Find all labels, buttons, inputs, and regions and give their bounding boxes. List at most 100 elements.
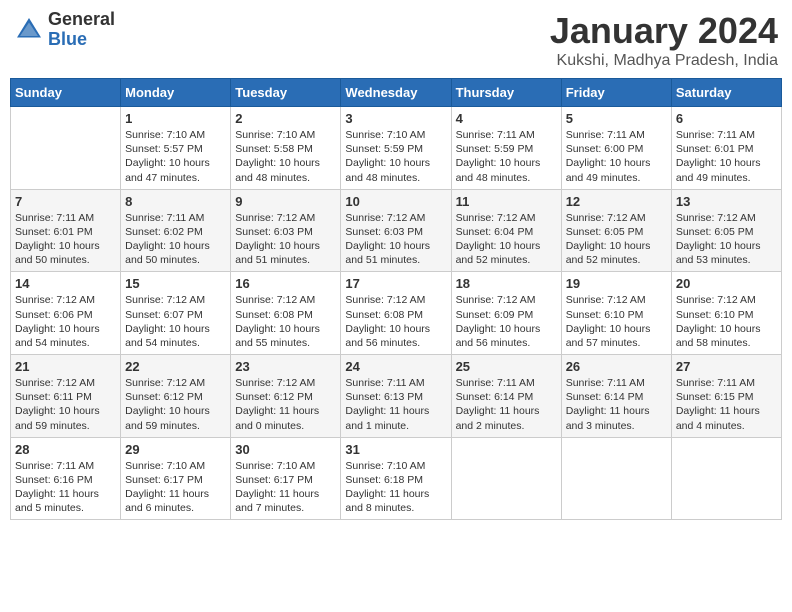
calendar-day: 17 Sunrise: 7:12 AM Sunset: 6:08 PM Dayli… xyxy=(341,272,451,355)
day-number: 7 xyxy=(15,194,116,209)
day-info: Sunrise: 7:12 AM Sunset: 6:09 PM Dayligh… xyxy=(456,293,557,350)
day-info: Sunrise: 7:12 AM Sunset: 6:10 PM Dayligh… xyxy=(566,293,667,350)
day-number: 1 xyxy=(125,111,226,126)
day-header-saturday: Saturday xyxy=(671,79,781,107)
calendar-day: 10Sunrise: 7:12 AM Sunset: 6:03 PM Dayli… xyxy=(341,189,451,272)
calendar-week-5: 28 Sunrise: 7:11 AM Sunset: 6:16 PM Dayli… xyxy=(11,437,782,520)
day-info: Sunrise: 7:11 AM Sunset: 6:15 PM Dayligh… xyxy=(676,376,777,433)
day-header-wednesday: Wednesday xyxy=(341,79,451,107)
day-number: 28 xyxy=(15,442,116,457)
calendar-header-row: SundayMondayTuesdayWednesdayThursdayFrid… xyxy=(11,79,782,107)
month-title: January 2024 xyxy=(550,10,778,52)
calendar-day: 29 Sunrise: 7:10 AM Sunset: 6:17 PM Dayli… xyxy=(121,437,231,520)
day-info: Sunrise: 7:12 AM Sunset: 6:11 PM Dayligh… xyxy=(15,376,116,433)
day-number: 23 xyxy=(235,359,336,374)
calendar-day: 19 Sunrise: 7:12 AM Sunset: 6:10 PM Dayli… xyxy=(561,272,671,355)
day-number: 9 xyxy=(235,194,336,209)
calendar-day: 11 Sunrise: 7:12 AM Sunset: 6:04 PM Dayli… xyxy=(451,189,561,272)
calendar-table: SundayMondayTuesdayWednesdayThursdayFrid… xyxy=(10,78,782,520)
calendar-day: 22Sunrise: 7:12 AM Sunset: 6:12 PM Dayli… xyxy=(121,355,231,438)
day-info: Sunrise: 7:11 AM Sunset: 6:16 PM Dayligh… xyxy=(15,459,116,516)
calendar-day: 7 Sunrise: 7:11 AM Sunset: 6:01 PM Daylig… xyxy=(11,189,121,272)
day-info: Sunrise: 7:12 AM Sunset: 6:10 PM Dayligh… xyxy=(676,293,777,350)
day-header-tuesday: Tuesday xyxy=(231,79,341,107)
calendar-day: 8 Sunrise: 7:11 AM Sunset: 6:02 PM Daylig… xyxy=(121,189,231,272)
day-info: Sunrise: 7:11 AM Sunset: 6:01 PM Dayligh… xyxy=(15,211,116,268)
calendar-day: 21 Sunrise: 7:12 AM Sunset: 6:11 PM Dayli… xyxy=(11,355,121,438)
day-info: Sunrise: 7:12 AM Sunset: 6:04 PM Dayligh… xyxy=(456,211,557,268)
day-number: 17 xyxy=(345,276,446,291)
day-number: 27 xyxy=(676,359,777,374)
day-number: 12 xyxy=(566,194,667,209)
day-number: 15 xyxy=(125,276,226,291)
calendar-day: 20 Sunrise: 7:12 AM Sunset: 6:10 PM Dayli… xyxy=(671,272,781,355)
day-info: Sunrise: 7:12 AM Sunset: 6:08 PM Dayligh… xyxy=(235,293,336,350)
day-number: 4 xyxy=(456,111,557,126)
calendar-day: 26Sunrise: 7:11 AM Sunset: 6:14 PM Dayli… xyxy=(561,355,671,438)
day-info: Sunrise: 7:12 AM Sunset: 6:06 PM Dayligh… xyxy=(15,293,116,350)
day-number: 11 xyxy=(456,194,557,209)
calendar-week-4: 21 Sunrise: 7:12 AM Sunset: 6:11 PM Dayli… xyxy=(11,355,782,438)
logo-general-label: General xyxy=(48,10,115,30)
day-number: 3 xyxy=(345,111,446,126)
day-info: Sunrise: 7:10 AM Sunset: 6:18 PM Dayligh… xyxy=(345,459,446,516)
calendar-day: 4Sunrise: 7:11 AM Sunset: 5:59 PM Daylig… xyxy=(451,107,561,190)
calendar-day: 28 Sunrise: 7:11 AM Sunset: 6:16 PM Dayli… xyxy=(11,437,121,520)
calendar-day: 1 Sunrise: 7:10 AM Sunset: 5:57 PM Daylig… xyxy=(121,107,231,190)
calendar-day: 16 Sunrise: 7:12 AM Sunset: 6:08 PM Dayli… xyxy=(231,272,341,355)
calendar-day: 14Sunrise: 7:12 AM Sunset: 6:06 PM Dayli… xyxy=(11,272,121,355)
day-number: 22 xyxy=(125,359,226,374)
day-number: 30 xyxy=(235,442,336,457)
logo-blue-label: Blue xyxy=(48,30,115,50)
day-info: Sunrise: 7:10 AM Sunset: 5:57 PM Dayligh… xyxy=(125,128,226,185)
day-info: Sunrise: 7:11 AM Sunset: 6:01 PM Dayligh… xyxy=(676,128,777,185)
day-info: Sunrise: 7:12 AM Sunset: 6:07 PM Dayligh… xyxy=(125,293,226,350)
day-header-thursday: Thursday xyxy=(451,79,561,107)
logo-icon xyxy=(14,15,44,45)
day-header-monday: Monday xyxy=(121,79,231,107)
day-info: Sunrise: 7:11 AM Sunset: 6:02 PM Dayligh… xyxy=(125,211,226,268)
day-number: 6 xyxy=(676,111,777,126)
day-info: Sunrise: 7:12 AM Sunset: 6:03 PM Dayligh… xyxy=(345,211,446,268)
day-number: 25 xyxy=(456,359,557,374)
calendar-day: 12 Sunrise: 7:12 AM Sunset: 6:05 PM Dayli… xyxy=(561,189,671,272)
calendar-day: 18Sunrise: 7:12 AM Sunset: 6:09 PM Dayli… xyxy=(451,272,561,355)
day-number: 13 xyxy=(676,194,777,209)
day-info: Sunrise: 7:12 AM Sunset: 6:12 PM Dayligh… xyxy=(235,376,336,433)
calendar-day: 30 Sunrise: 7:10 AM Sunset: 6:17 PM Dayli… xyxy=(231,437,341,520)
day-info: Sunrise: 7:10 AM Sunset: 6:17 PM Dayligh… xyxy=(235,459,336,516)
calendar-day xyxy=(451,437,561,520)
day-number: 8 xyxy=(125,194,226,209)
day-info: Sunrise: 7:10 AM Sunset: 6:17 PM Dayligh… xyxy=(125,459,226,516)
day-number: 24 xyxy=(345,359,446,374)
calendar-day: 9 Sunrise: 7:12 AM Sunset: 6:03 PM Daylig… xyxy=(231,189,341,272)
day-info: Sunrise: 7:10 AM Sunset: 5:59 PM Dayligh… xyxy=(345,128,446,185)
calendar-day: 24 Sunrise: 7:11 AM Sunset: 6:13 PM Dayli… xyxy=(341,355,451,438)
day-header-sunday: Sunday xyxy=(11,79,121,107)
day-number: 29 xyxy=(125,442,226,457)
day-info: Sunrise: 7:12 AM Sunset: 6:03 PM Dayligh… xyxy=(235,211,336,268)
page-header: General Blue January 2024 Kukshi, Madhya… xyxy=(10,10,782,70)
calendar-day: 3 Sunrise: 7:10 AM Sunset: 5:59 PM Daylig… xyxy=(341,107,451,190)
day-number: 20 xyxy=(676,276,777,291)
day-info: Sunrise: 7:10 AM Sunset: 5:58 PM Dayligh… xyxy=(235,128,336,185)
calendar-day: 23 Sunrise: 7:12 AM Sunset: 6:12 PM Dayli… xyxy=(231,355,341,438)
day-info: Sunrise: 7:12 AM Sunset: 6:05 PM Dayligh… xyxy=(566,211,667,268)
day-number: 5 xyxy=(566,111,667,126)
calendar-day xyxy=(561,437,671,520)
calendar-day: 6 Sunrise: 7:11 AM Sunset: 6:01 PM Daylig… xyxy=(671,107,781,190)
day-number: 26 xyxy=(566,359,667,374)
calendar-day: 2 Sunrise: 7:10 AM Sunset: 5:58 PM Daylig… xyxy=(231,107,341,190)
day-info: Sunrise: 7:11 AM Sunset: 6:00 PM Dayligh… xyxy=(566,128,667,185)
logo-text: General Blue xyxy=(48,10,115,50)
calendar-day xyxy=(671,437,781,520)
day-number: 19 xyxy=(566,276,667,291)
location: Kukshi, Madhya Pradesh, India xyxy=(550,52,778,70)
day-number: 16 xyxy=(235,276,336,291)
day-number: 21 xyxy=(15,359,116,374)
day-number: 2 xyxy=(235,111,336,126)
calendar-day: 15 Sunrise: 7:12 AM Sunset: 6:07 PM Dayli… xyxy=(121,272,231,355)
day-info: Sunrise: 7:11 AM Sunset: 6:13 PM Dayligh… xyxy=(345,376,446,433)
day-info: Sunrise: 7:12 AM Sunset: 6:08 PM Dayligh… xyxy=(345,293,446,350)
calendar-day: 5 Sunrise: 7:11 AM Sunset: 6:00 PM Daylig… xyxy=(561,107,671,190)
